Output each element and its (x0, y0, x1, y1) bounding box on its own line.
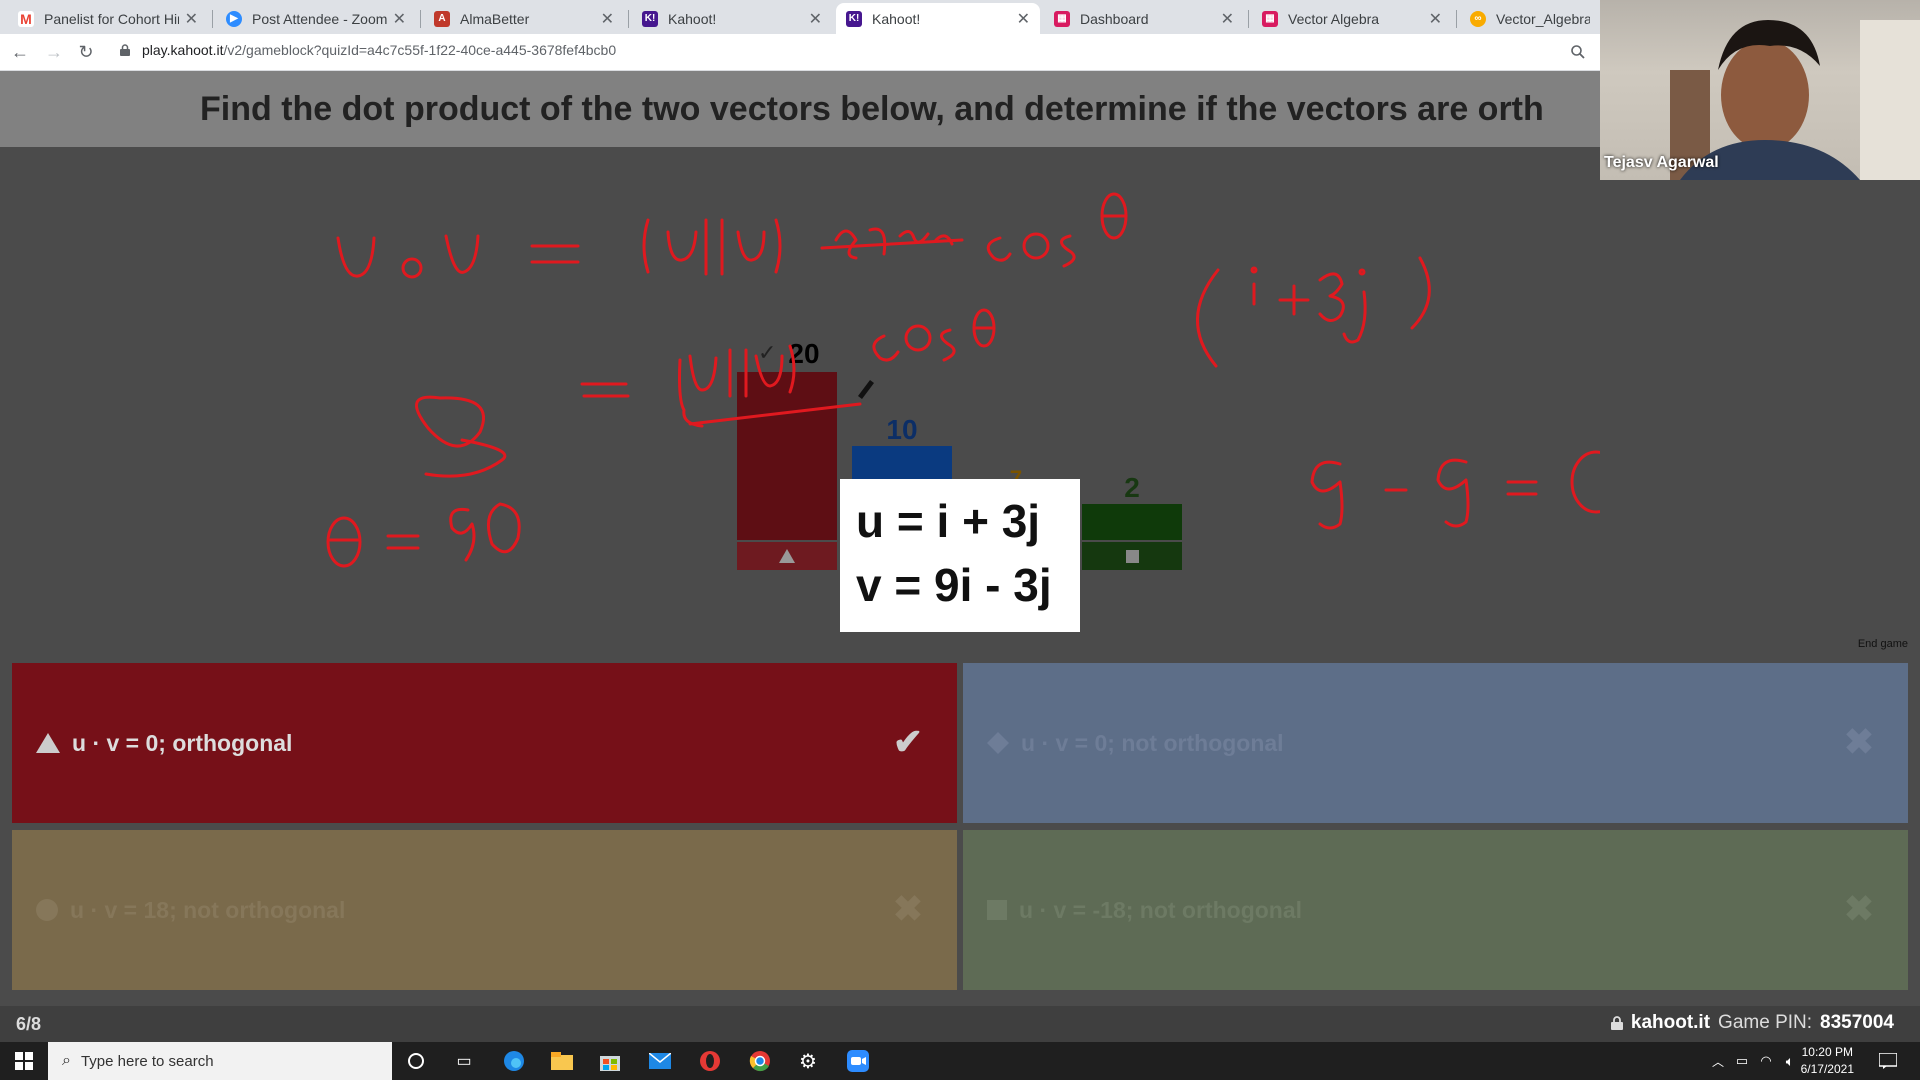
game-pin: kahoot.it Game PIN: 8357004 (1610, 1012, 1894, 1034)
opera-icon[interactable] (698, 1049, 722, 1073)
diamond-icon (987, 732, 1009, 754)
circle-icon (36, 899, 58, 921)
end-game-button[interactable]: End game (1858, 638, 1908, 650)
answer-text: u · v = 0; not orthogonal (1021, 729, 1284, 756)
vectors-image: u = i + 3j v = 9i - 3j (840, 479, 1080, 632)
search-placeholder: Type here to search (80, 1052, 214, 1070)
vector-u: u = i + 3j (856, 495, 1041, 547)
task-view-icon[interactable]: ▭ (452, 1049, 476, 1073)
triangle-icon (36, 733, 60, 753)
answer-triangle: u · v = 0; orthogonal ✔ (12, 663, 957, 823)
cortana-icon[interactable] (404, 1049, 428, 1073)
square-icon (987, 900, 1007, 920)
answer-diamond: u · v = 0; not orthogonal ✖ (963, 663, 1908, 823)
taskbar-search[interactable]: ⌕ Type here to search (48, 1042, 392, 1080)
pen-cursor-icon (858, 380, 874, 399)
lock-icon (1610, 1016, 1623, 1030)
vector-v: v = 9i - 3j (856, 559, 1052, 611)
battery-icon[interactable]: ▭ (1730, 1049, 1754, 1073)
cross-icon: ✖ (892, 888, 923, 929)
answer-square: u · v = -18; not orthogonal ✖ (963, 830, 1908, 990)
pin-value: 8357004 (1820, 1012, 1894, 1033)
windows-start-icon[interactable] (12, 1049, 36, 1073)
mail-icon[interactable] (648, 1049, 672, 1073)
system-clock[interactable]: 10:20 PM 6/17/2021 (1801, 1044, 1854, 1078)
volume-icon[interactable]: 🔈︎ (1778, 1049, 1802, 1073)
presenter-video (1670, 20, 1920, 180)
presenter-name: Tejasv Agarwal (1604, 154, 1719, 171)
windows-taskbar: ⌕ Type here to search ▭ ⚙ ︿ ▭ ◠ 🔈︎ 10:20… (0, 1042, 1920, 1080)
cross-icon: ✖ (1843, 721, 1874, 762)
edge-icon[interactable] (502, 1049, 526, 1073)
game-footer: 6/8 kahoot.it Game PIN: 8357004 (0, 1006, 1920, 1042)
clock-time: 10:20 PM (1801, 1045, 1853, 1059)
zoom-app-icon[interactable] (846, 1049, 870, 1073)
file-explorer-icon[interactable] (550, 1049, 574, 1073)
chevron-up-icon[interactable]: ︿ (1706, 1049, 1730, 1073)
cross-icon: ✖ (1843, 888, 1874, 929)
answer-text: u · v = 0; orthogonal (72, 729, 293, 756)
wifi-icon[interactable]: ◠ (1754, 1049, 1778, 1073)
chrome-icon[interactable] (748, 1049, 772, 1073)
pen-annotations (326, 192, 1600, 568)
answer-text: u · v = 18; not orthogonal (70, 896, 346, 923)
webcam-video (1600, 0, 1920, 180)
question-progress: 6/8 (16, 1014, 42, 1034)
checkmark-icon: ✔ (892, 721, 923, 762)
store-icon[interactable] (598, 1049, 622, 1073)
pin-label: Game PIN: (1718, 1012, 1813, 1033)
clock-date: 6/17/2021 (1800, 1062, 1854, 1076)
settings-icon[interactable]: ⚙ (796, 1049, 820, 1073)
notifications-icon[interactable] (1876, 1049, 1900, 1073)
answer-text: u · v = -18; not orthogonal (1019, 896, 1303, 923)
answer-circle: u · v = 18; not orthogonal ✖ (12, 830, 957, 990)
site-name: kahoot.it (1630, 1012, 1711, 1033)
search-icon: ⌕ (62, 1052, 71, 1069)
